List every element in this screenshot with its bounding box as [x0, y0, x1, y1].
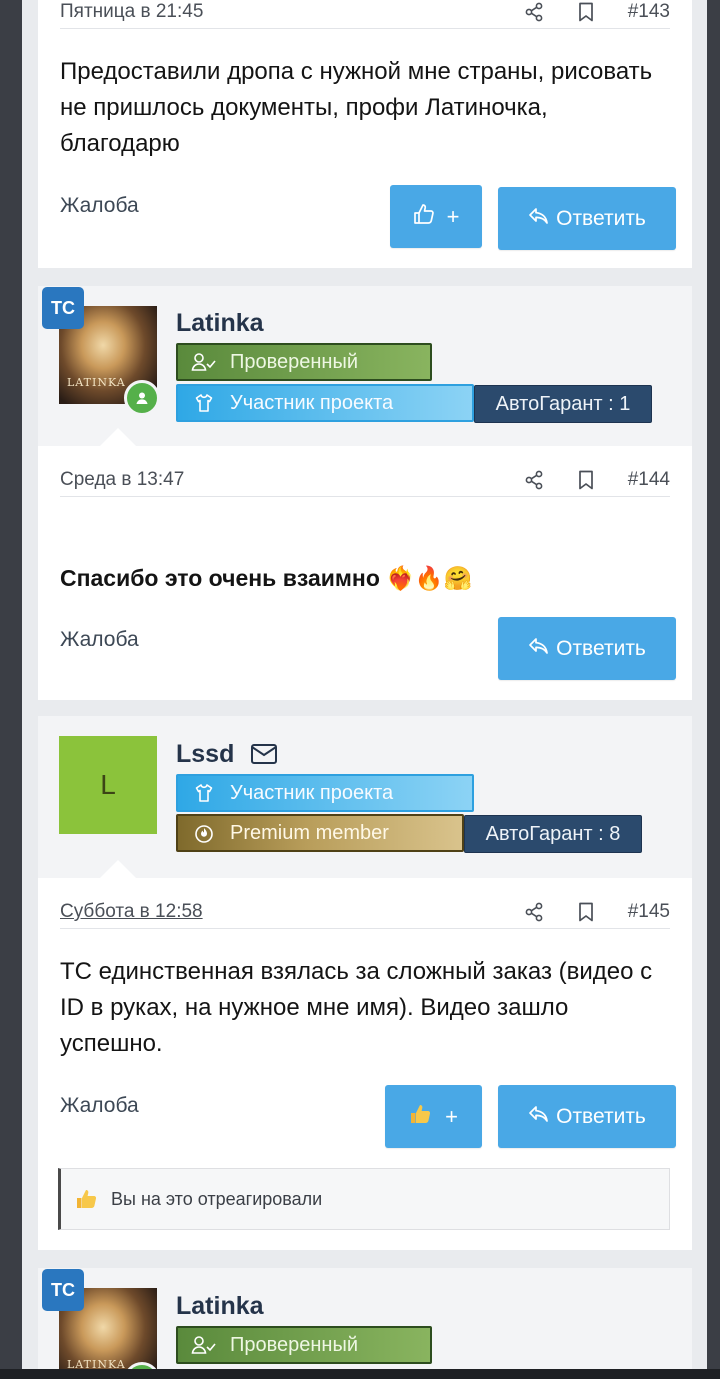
bottom-edge [0, 1369, 720, 1379]
username[interactable]: Latinka [176, 309, 264, 338]
post-text: Предоставили дропа с нужной мне страны, … [60, 58, 653, 157]
reply-icon [528, 1104, 556, 1130]
post-text: ТС единственная взялась за сложный заказ… [60, 958, 653, 1057]
reply-icon [528, 636, 556, 662]
thumbs-up-icon [409, 1103, 439, 1131]
reactions-bar[interactable]: Вы на это отреагировали [58, 1168, 670, 1230]
like-plus: + [446, 203, 460, 229]
reply-button[interactable]: Ответить [498, 617, 676, 680]
badge-premium: Premium member [176, 814, 464, 852]
user-header-latinka-2: LATINKA ТС Latinka Проверенный [38, 1268, 692, 1369]
online-status-icon [124, 380, 160, 416]
report-link[interactable]: Жалоба [60, 1094, 139, 1118]
post-date[interactable]: Пятница в 21:45 [60, 1, 494, 23]
report-link[interactable]: Жалоба [60, 628, 139, 652]
badge-label: Участник проекта [230, 781, 394, 804]
like-plus: + [445, 1103, 458, 1129]
badge-autogarant: АвтоГарант : 1 [474, 385, 652, 423]
post-meta: Среда в 13:47 #144 [60, 464, 670, 497]
post-145: Суббота в 12:58 #145 ТС единственная взя… [38, 878, 692, 1250]
username[interactable]: Lssd [176, 740, 234, 769]
reply-label: Ответить [556, 1104, 646, 1128]
post-date[interactable]: Суббота в 12:58 [60, 901, 494, 923]
reply-button[interactable]: Ответить [498, 187, 676, 250]
badge-label: Участник проекта [230, 391, 394, 414]
bookmark-icon[interactable] [574, 0, 598, 24]
avatar-watermark: LATINKA [67, 376, 126, 389]
user-header-lssd: L Lssd Участник проекта Premium member А… [38, 716, 692, 878]
post-meta: Пятница в 21:45 #143 [60, 0, 670, 29]
badge-label: Проверенный [230, 1333, 359, 1356]
shirt-icon [178, 783, 230, 803]
tc-badge: ТС [42, 287, 84, 329]
thread-page: Пятница в 21:45 #143 Предоставили дропа … [22, 0, 707, 1369]
post-number[interactable]: #145 [628, 901, 670, 923]
badge-member: Участник проекта [176, 774, 474, 812]
user-check-icon [178, 1335, 230, 1355]
post-meta: Суббота в 12:58 #145 [60, 896, 670, 929]
badge-verified: Проверенный [176, 1326, 432, 1364]
post-pointer [100, 428, 136, 446]
username[interactable]: Latinka [176, 1292, 264, 1321]
reply-button[interactable]: Ответить [498, 1085, 676, 1148]
post-144: Среда в 13:47 #144 Спасибо это очень вза… [38, 446, 692, 700]
reactions-text: Вы на это отреагировали [111, 1188, 323, 1209]
emoji-reactions: ❤️‍🔥🔥🤗 [386, 565, 473, 591]
shirt-icon [178, 393, 230, 413]
post-number[interactable]: #143 [628, 1, 670, 23]
flame-icon [178, 822, 230, 844]
post-pointer [100, 860, 136, 878]
post-number[interactable]: #144 [628, 469, 670, 491]
user-check-icon [178, 352, 230, 372]
envelope-icon[interactable] [250, 743, 278, 770]
reply-icon [528, 206, 556, 232]
badge-label: Premium member [230, 821, 389, 844]
post-date[interactable]: Среда в 13:47 [60, 469, 494, 491]
post-text-content: Спасибо это очень взаимно [60, 565, 380, 591]
share-icon[interactable] [522, 468, 546, 492]
report-link[interactable]: Жалоба [60, 194, 139, 218]
bookmark-icon[interactable] [574, 900, 598, 924]
badge-label: Проверенный [230, 350, 359, 373]
reply-label: Ответить [556, 636, 646, 660]
tc-badge: ТС [42, 1269, 84, 1311]
post-text: Спасибо это очень взаимно ❤️‍🔥🔥🤗 [60, 560, 662, 596]
like-button[interactable]: + [390, 185, 482, 248]
thumbs-up-icon [413, 203, 441, 231]
thumbs-up-icon [75, 1188, 99, 1210]
avatar[interactable]: L [59, 736, 157, 834]
avatar-watermark: LATINKA [67, 1358, 126, 1369]
badge-autogarant: АвтоГарант : 8 [464, 815, 642, 853]
share-icon[interactable] [522, 0, 546, 24]
user-header-latinka: LATINKA ТС Latinka Проверенный Участник … [38, 286, 692, 446]
post-143: Пятница в 21:45 #143 Предоставили дропа … [38, 0, 692, 268]
badge-member: Участник проекта [176, 384, 474, 422]
share-icon[interactable] [522, 900, 546, 924]
like-button-active[interactable]: + [385, 1085, 482, 1148]
reply-label: Ответить [556, 206, 646, 230]
badge-verified: Проверенный [176, 343, 432, 381]
bookmark-icon[interactable] [574, 468, 598, 492]
